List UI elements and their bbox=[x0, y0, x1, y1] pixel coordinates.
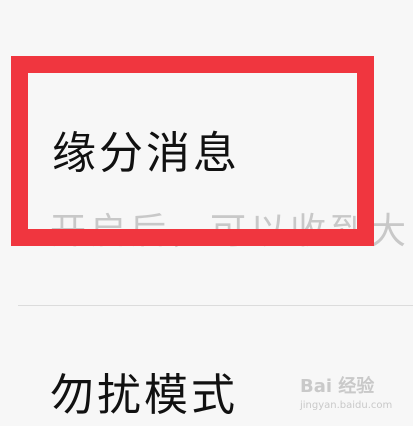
divider bbox=[18, 305, 413, 306]
watermark-url-text: jingyan.baidu.com bbox=[300, 400, 393, 411]
baidu-jingyan-watermark: Bai 经验 jingyan.baidu.com bbox=[300, 372, 410, 424]
watermark-main-text: Bai 经验 bbox=[300, 376, 375, 397]
highlight-annotation-box bbox=[11, 56, 374, 246]
do-not-disturb-title[interactable]: 勿扰模式 bbox=[50, 370, 238, 422]
back-arrow-icon[interactable] bbox=[18, 0, 78, 30]
